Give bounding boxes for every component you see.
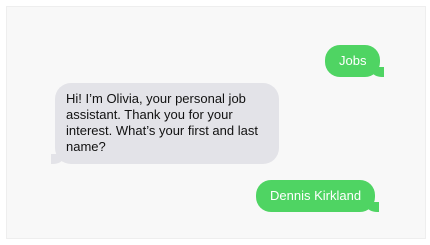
received-message-bubble: Hi! I’m Olivia, your personal job assist… [51,83,279,164]
message-text: Hi! I’m Olivia, your personal job assist… [66,91,258,154]
sent-message-bubble: Jobs [325,45,385,77]
message-text: Dennis Kirkland [270,188,362,203]
chat-window: Jobs Hi! I’m Olivia, your personal job a… [6,6,426,239]
message-text: Jobs [339,53,367,68]
sent-message-bubble: Dennis Kirkland [256,180,380,212]
